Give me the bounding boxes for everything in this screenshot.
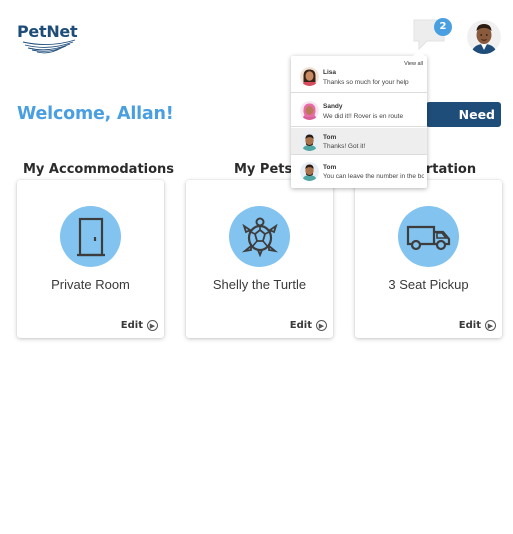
sandy-avatar-icon [300, 101, 319, 120]
edit-accommodation-button[interactable]: Edit ▶ [121, 320, 158, 331]
need-help-button[interactable]: Need Help [426, 102, 501, 147]
message-sender: Sandy [323, 103, 343, 110]
tom-avatar-icon [300, 162, 319, 181]
edit-transportation-button[interactable]: Edit ▶ [459, 320, 496, 331]
message-preview: Thanks! Got it! [323, 143, 366, 150]
pet-label: Shelly the Turtle [212, 277, 307, 292]
welcome-heading: Welcome, Allan! [17, 104, 174, 124]
transportation-label: 3 Seat Pickup [388, 277, 469, 292]
messages-dropdown: View all Lisa Thanks so much for your he… [291, 50, 427, 188]
message-item[interactable]: Sandy We did it!! Rover is en route [291, 94, 427, 127]
arrow-right-icon: ▶ [485, 320, 496, 331]
accommodation-card[interactable]: Private Room Edit ▶ [17, 180, 164, 338]
message-preview: You can leave the number in the box [323, 173, 424, 180]
message-preview: Thanks so much for your help [323, 79, 409, 86]
message-item[interactable]: Lisa Thanks so much for your help [291, 60, 427, 93]
message-item[interactable]: Tom Thanks! Got it! [291, 128, 427, 155]
dropdown-caret [413, 50, 425, 56]
arrow-right-icon: ▶ [316, 320, 327, 331]
accommodation-label: Private Room [51, 277, 130, 292]
edit-label: Edit [458, 320, 481, 331]
message-preview: We did it!! Rover is en route [323, 113, 404, 120]
section-title-accommodations: My Accommodations [23, 162, 175, 177]
message-item[interactable]: Tom You can leave the number in the box [291, 156, 427, 187]
edit-label: Edit [120, 320, 143, 331]
user-avatar-icon [467, 20, 501, 54]
message-sender: Lisa [323, 69, 337, 76]
section-title-pets: My Pets [234, 162, 293, 177]
edit-label: Edit [289, 320, 312, 331]
petnet-logo[interactable]: PetNet [17, 22, 79, 54]
arrow-right-icon: ▶ [147, 320, 158, 331]
turtle-icon [229, 206, 290, 267]
edit-pet-button[interactable]: Edit ▶ [290, 320, 327, 331]
pet-card[interactable]: Shelly the Turtle Edit ▶ [186, 180, 333, 338]
transportation-card[interactable]: 3 Seat Pickup Edit ▶ [355, 180, 502, 338]
truck-icon [398, 206, 459, 267]
lisa-avatar-icon [300, 67, 319, 86]
message-count-badge: 2 [434, 18, 452, 36]
message-sender: Tom [323, 134, 337, 141]
user-avatar[interactable] [467, 20, 501, 54]
message-sender: Tom [323, 164, 337, 171]
logo-swoosh-icon [22, 39, 76, 54]
tom-avatar-icon [300, 132, 319, 151]
door-icon [60, 206, 121, 267]
